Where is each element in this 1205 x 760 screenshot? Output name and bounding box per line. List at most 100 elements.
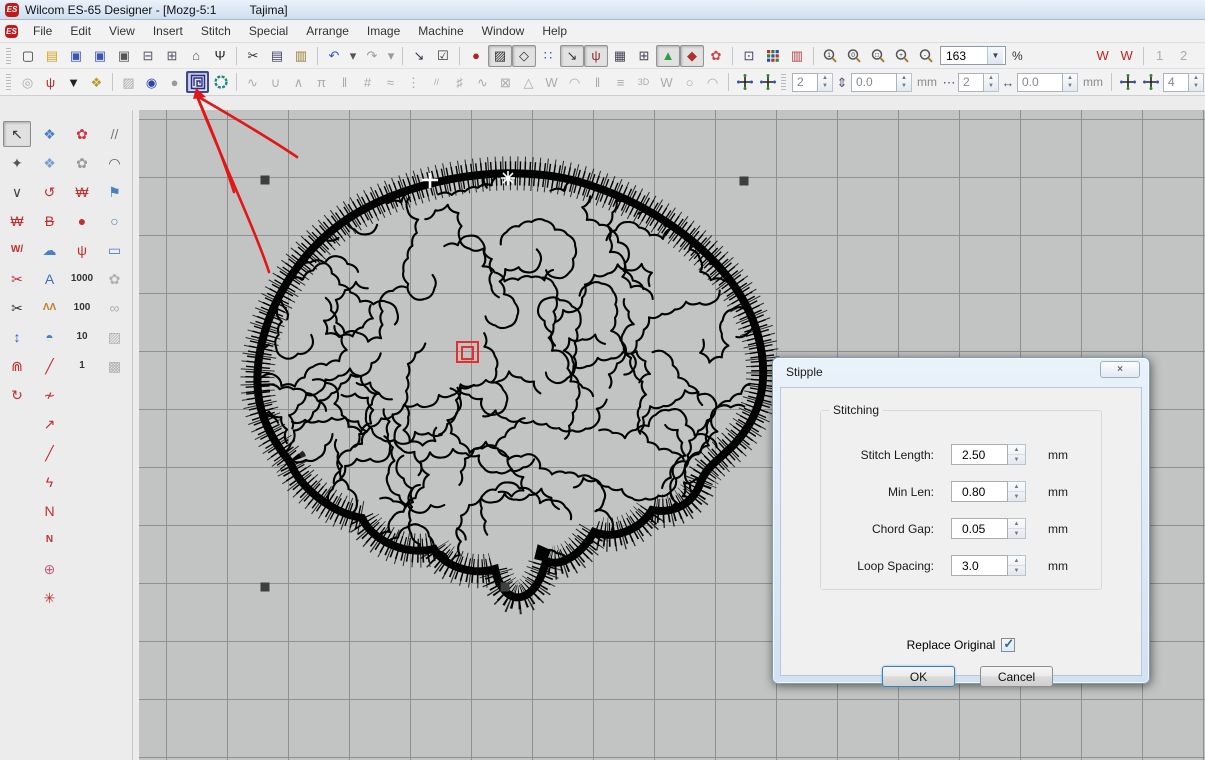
loop-stitch-button[interactable]: ∪	[264, 71, 287, 93]
outlines-hatch-button[interactable]: ▨	[488, 45, 512, 67]
e-stitch-button[interactable]: π	[310, 71, 333, 93]
selection-handle[interactable]	[261, 176, 270, 185]
stitches-view-button[interactable]: ●	[464, 45, 488, 67]
pull-comp-icon[interactable]: ⇕	[834, 71, 850, 93]
measure-tool[interactable]: ↕	[3, 324, 31, 350]
menu-arrange[interactable]: Arrange	[297, 21, 358, 41]
print-preview-button[interactable]: ⊞	[160, 45, 184, 67]
save-design-button[interactable]: ▣	[64, 45, 88, 67]
reshape-object-tool[interactable]: ❖	[36, 150, 64, 176]
scale-1-tool[interactable]: 1	[68, 353, 96, 379]
zoom-factor-combo[interactable]: ▼	[940, 46, 1006, 65]
menu-special[interactable]: Special	[240, 21, 297, 41]
field-spinner[interactable]: ▲▼	[1008, 518, 1026, 539]
min-len-input[interactable]	[951, 481, 1008, 502]
fancy-stitch-button[interactable]: W	[655, 71, 678, 93]
menu-insert[interactable]: Insert	[144, 21, 192, 41]
outline-design-button[interactable]: ◉	[140, 71, 163, 93]
print-button[interactable]: ⊟	[136, 45, 160, 67]
row-spacing-length-spinner[interactable]: ▲▼	[1063, 73, 1078, 92]
rectangle-tool[interactable]: ▭	[101, 237, 129, 263]
needle-down-button[interactable]: ▼	[62, 71, 85, 93]
flower-disabled-tool[interactable]: ✿	[101, 266, 129, 292]
motif-run-tool[interactable]: ≁	[36, 382, 64, 408]
recent-design-1-button[interactable]: 1	[1148, 45, 1172, 67]
pull-comp-count-field[interactable]: ▲▼	[792, 73, 833, 92]
column-stitch-button[interactable]: ‖	[586, 71, 609, 93]
zoom-actual-button[interactable]: 1	[818, 45, 842, 67]
row-spacing-icon[interactable]: ↔	[1000, 71, 1016, 93]
wave-stitch-button[interactable]: ≈	[379, 71, 402, 93]
w-stitch-button[interactable]: W	[540, 71, 563, 93]
rotate-tool[interactable]: ↺	[36, 179, 64, 205]
pull-comp-length-spinner[interactable]: ▲▼	[897, 73, 912, 92]
grid-view-button[interactable]: ▦	[608, 45, 632, 67]
grid-size-field[interactable]: ▲▼	[1163, 73, 1204, 92]
field-spinner[interactable]: ▲▼	[1008, 555, 1026, 576]
save-to-machine-button[interactable]: ▣	[88, 45, 112, 67]
trim-outline-button[interactable]	[209, 71, 232, 93]
menu-file[interactable]: File	[24, 21, 61, 41]
stitch-length-input[interactable]	[951, 444, 1008, 465]
background-view-button[interactable]: ▲	[656, 45, 680, 67]
connect-machine-button[interactable]: Ψ	[208, 45, 232, 67]
oval-stitch-button[interactable]: ○	[678, 71, 701, 93]
pull-comp-count-spinner[interactable]: ▲▼	[818, 73, 833, 92]
recent-design-2-button[interactable]: 2	[1172, 45, 1196, 67]
menu-stitch[interactable]: Stitch	[192, 21, 240, 41]
select-tool[interactable]: ↖	[3, 121, 31, 147]
auto-underlay-button[interactable]: ▨	[117, 71, 140, 93]
penetrations-button[interactable]: ψ	[39, 71, 62, 93]
center-design-button[interactable]	[1116, 71, 1139, 93]
cut-button[interactable]: ✂	[241, 45, 265, 67]
zoom-factor-input[interactable]	[941, 47, 987, 64]
flower-fill-tool[interactable]: ✿	[68, 150, 96, 176]
field-spinner[interactable]: ▲▼	[1008, 444, 1026, 465]
convert-to-stitches-button[interactable]: W	[1091, 45, 1115, 67]
ruler-view-button[interactable]: ⊞	[632, 45, 656, 67]
menu-machine[interactable]: Machine	[409, 21, 472, 41]
hoop-button[interactable]: ◎	[16, 71, 39, 93]
cancel-button[interactable]: Cancel	[980, 666, 1053, 687]
pull-comp-count-input[interactable]	[792, 73, 818, 92]
cap-object-tool[interactable]: ◓	[36, 324, 64, 350]
dot-stitch-button[interactable]: ⋮	[402, 71, 425, 93]
binoculars-tool[interactable]: ∞	[101, 295, 129, 321]
scale-10-tool[interactable]: 10	[68, 324, 96, 350]
row-spacing-count-field[interactable]: ▲▼	[958, 73, 999, 92]
grid-stitch-button[interactable]: #	[356, 71, 379, 93]
distribute-v-button[interactable]	[756, 71, 779, 93]
redo-dropdown[interactable]: ▾	[384, 45, 398, 67]
zoom-box-button[interactable]: □	[866, 45, 890, 67]
grid-size-spinner[interactable]: ▲▼	[1189, 73, 1204, 92]
row-spacing-count-input[interactable]	[958, 73, 984, 92]
menu-help[interactable]: Help	[533, 21, 576, 41]
team-names-tool[interactable]: ΛΛ	[36, 295, 64, 321]
letter-kerning-tool[interactable]: W/	[3, 237, 31, 263]
row-spacing-length-input[interactable]	[1017, 73, 1063, 92]
send-to-machine-button[interactable]: ▣	[112, 45, 136, 67]
replace-original-checkbox[interactable]: ✓	[1001, 638, 1015, 652]
vertex-tool[interactable]: ∨	[3, 179, 31, 205]
zoom-dropdown-icon[interactable]: ▼	[987, 47, 1003, 64]
selection-handle[interactable]	[261, 583, 270, 592]
open-design-button[interactable]: ▤	[40, 45, 64, 67]
picture-tool[interactable]: ▨	[101, 324, 129, 350]
reshape-tool[interactable]: ❖	[36, 121, 64, 147]
zigzag-column-tool[interactable]: ₩	[68, 179, 96, 205]
needle-gauge-tool[interactable]: ψ	[68, 237, 96, 263]
spin-object-tool[interactable]: ↻	[3, 382, 31, 408]
redo-button[interactable]: ↷	[360, 45, 384, 67]
weave-fill-tool[interactable]: //	[101, 121, 129, 147]
bitmap-view-button[interactable]: ✿	[704, 45, 728, 67]
copy-button[interactable]: ▤	[265, 45, 289, 67]
stitch-colors-button[interactable]	[761, 45, 785, 67]
stemstitch-tool[interactable]: N	[36, 498, 64, 524]
monogram-tool[interactable]: ✿	[68, 121, 96, 147]
spacing-dots-icon[interactable]: ⋯	[941, 71, 957, 93]
ellipse-tool[interactable]: ○	[101, 208, 129, 234]
backstitch-tool[interactable]: ϟ	[36, 469, 64, 495]
trim-tool[interactable]: ✂	[3, 266, 31, 292]
dim-artwork-button[interactable]: ●	[163, 71, 186, 93]
design-view-button[interactable]: ◆	[680, 45, 704, 67]
